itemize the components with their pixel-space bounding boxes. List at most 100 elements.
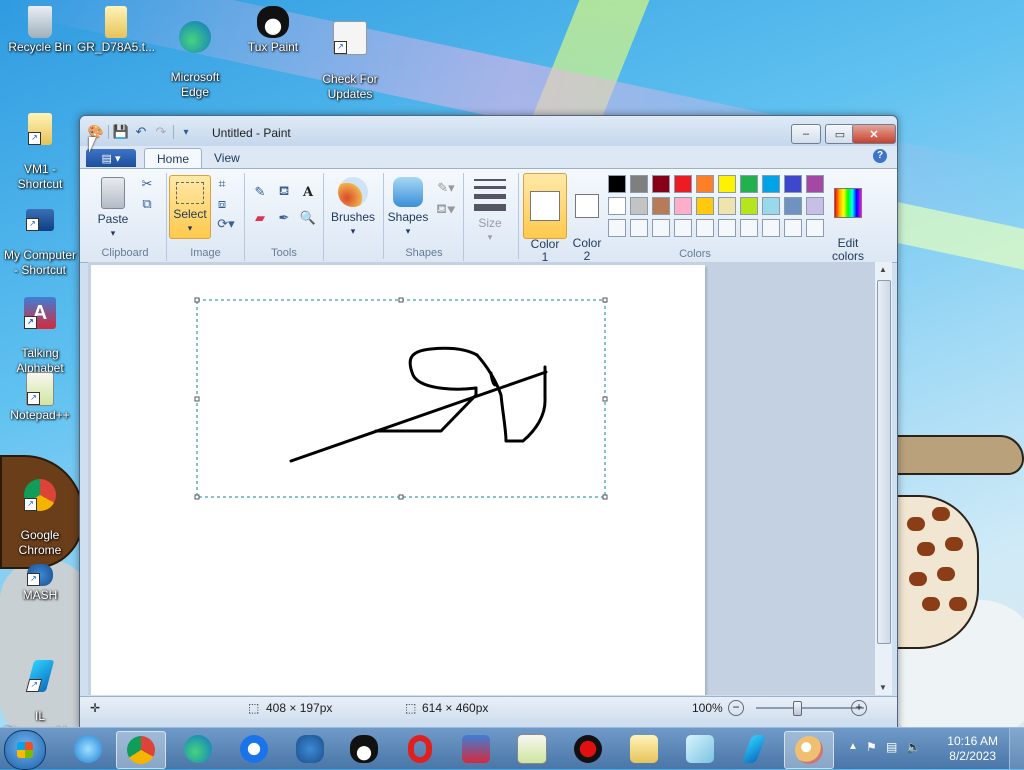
color-swatch[interactable] [762,197,780,215]
color-swatch[interactable] [784,219,802,237]
taskbar-opera[interactable] [396,731,444,767]
help-icon[interactable]: ? [873,149,887,163]
taskbar-il-disassembler[interactable] [730,731,778,767]
color-swatch[interactable] [740,197,758,215]
scroll-up-icon[interactable]: ▲ [879,265,887,274]
taskbar-talking-alphabet[interactable] [452,731,500,767]
size-button[interactable]: Size ▾ [470,175,510,242]
color1-button[interactable]: Color 1 [523,173,567,264]
drawing-canvas[interactable] [91,265,705,695]
cut-icon[interactable]: ✂ [138,175,156,193]
desktop-icon-edge[interactable]: Microsoft Edge [155,6,235,100]
action-center-icon[interactable]: ⚑ [866,740,877,754]
desktop-icon-talking-alphabet[interactable]: A ↗ Talking Alphabet [0,282,80,376]
taskbar-chrome[interactable] [116,731,166,769]
taskbar-explorer[interactable] [620,731,668,767]
color-swatch[interactable] [674,197,692,215]
volume-icon[interactable]: 🔈 [906,740,921,754]
color-swatch[interactable] [630,197,648,215]
color-picker-icon[interactable]: ✒ [275,209,293,227]
maximize-button[interactable]: ▭ [825,124,855,144]
color-swatch[interactable] [784,197,802,215]
desktop-icon-vm1-shortcut[interactable]: ↗ VM1 - Shortcut [0,98,80,192]
crop-icon[interactable]: ⌗ [213,175,231,193]
desktop-icon-tux-paint[interactable]: Tux Paint [233,6,313,55]
zoom-out-button[interactable]: − [728,700,744,716]
save-icon[interactable]: 💾 [113,124,129,140]
taskbar-notes[interactable] [676,731,724,767]
color-swatch[interactable] [630,175,648,193]
taskbar-tux-paint[interactable] [340,731,388,767]
vertical-scrollbar[interactable]: ▲ ▼ [874,262,892,695]
color-swatch[interactable] [652,175,670,193]
color-swatch[interactable] [718,219,736,237]
color-swatch[interactable] [652,219,670,237]
minimize-button[interactable]: – [791,124,821,144]
paste-button[interactable]: Paste ▾ [92,175,134,239]
network-icon[interactable]: ▤ [886,740,897,754]
tab-home[interactable]: Home [144,148,203,169]
color-swatch[interactable] [806,197,824,215]
clock[interactable]: 10:16 AM 8/2/2023 [947,734,998,764]
magnifier-icon[interactable]: 🔍 [299,209,317,227]
fill-icon[interactable]: ⛾ [275,183,293,201]
edit-colors-button[interactable]: Edit colors [828,173,868,263]
color-swatch[interactable] [696,197,714,215]
color-swatch[interactable] [608,197,626,215]
color-swatch[interactable] [652,197,670,215]
desktop-icon-recycle-bin[interactable]: Recycle Bin [0,6,80,55]
taskbar-recorder[interactable] [564,731,612,767]
desktop-icon-chrome[interactable]: ↗ Google Chrome [0,464,80,558]
taskbar-mash[interactable] [286,731,334,767]
color-swatch[interactable] [762,219,780,237]
desktop-icon-il-disassembler[interactable]: ↗ IL Disassembl... [0,645,80,739]
desktop-icon-mash[interactable]: ↗ MASH [0,558,80,603]
color2-button[interactable]: Color 2 [568,173,606,263]
color-swatch[interactable] [674,175,692,193]
resize-icon[interactable]: ⧈ [213,195,231,213]
desktop-icon-check-updates[interactable]: ↗ Check For Updates [310,6,390,102]
color-swatch[interactable] [806,219,824,237]
color-swatch[interactable] [762,175,780,193]
shape-fill-icon[interactable]: ⛾▾ [433,201,459,219]
zoom-slider-track[interactable] [756,707,864,709]
taskbar-notepadpp[interactable] [508,731,556,767]
pencil-icon[interactable]: ✎ [251,183,269,201]
brushes-button[interactable]: Brushes ▾ [328,175,378,239]
select-button[interactable]: Select ▾ [169,175,211,239]
color-swatch[interactable] [784,175,802,193]
paint-window[interactable]: 🎨 💾 ↶ ↷ ▾ Untitled - Paint – ▭ ✕ ▤ ▾ Hom… [79,115,898,729]
outline-icon[interactable]: ✎▾ [433,179,459,197]
copy-icon[interactable]: ⧉ [138,195,156,213]
desktop-icon-my-computer[interactable]: ↗ My Computer - Shortcut [0,190,80,278]
taskbar-edge[interactable] [174,731,222,767]
rotate-icon[interactable]: ⟳▾ [213,215,239,233]
color-swatch[interactable] [718,175,736,193]
color-swatch[interactable] [718,197,736,215]
scroll-thumb[interactable] [877,280,891,644]
color-swatch[interactable] [608,219,626,237]
zoom-slider-thumb[interactable] [793,701,802,716]
eraser-icon[interactable]: ▰ [251,209,269,227]
title-bar[interactable]: 🎨 💾 ↶ ↷ ▾ Untitled - Paint – ▭ ✕ [80,116,897,146]
color-swatch[interactable] [740,219,758,237]
taskbar-paint[interactable] [784,731,834,769]
redo-icon[interactable]: ↷ [153,124,169,140]
tab-view[interactable]: View [202,148,252,168]
show-desktop-button[interactable] [1009,728,1024,769]
canvas-area[interactable] [88,262,874,695]
desktop-icon-notepadpp[interactable]: ↗ Notepad++ [0,372,80,423]
zoom-in-button[interactable]: + [851,700,867,716]
color-swatch[interactable] [630,219,648,237]
desktop-icon-gr-file[interactable]: GR_D78A5.t... [76,6,156,55]
color-swatch[interactable] [696,175,714,193]
color-swatch[interactable] [740,175,758,193]
customize-qat-icon[interactable]: ▾ [178,124,194,140]
color-swatch[interactable] [696,219,714,237]
color-swatch[interactable] [806,175,824,193]
text-tool-icon[interactable]: A [299,183,317,201]
shapes-button[interactable]: Shapes ▾ [387,175,429,239]
close-button[interactable]: ✕ [852,124,896,144]
scroll-down-icon[interactable]: ▼ [879,683,887,692]
color-swatch[interactable] [608,175,626,193]
